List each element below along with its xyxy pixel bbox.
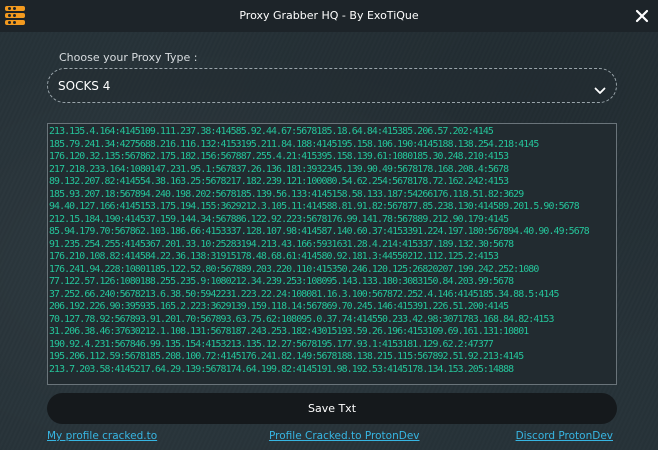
proxy-type-label: Choose your Proxy Type :	[59, 51, 198, 64]
proxy-line: 176.210.108.82:414584.22.36.138:31915178…	[49, 251, 499, 262]
title-bar[interactable]: Proxy Grabber HQ - By ExoTiQue	[0, 0, 658, 32]
discord-link[interactable]: Discord ProtonDev	[516, 430, 613, 442]
proxy-line: 213.7.203.58:4145217.64.29.139:5678174.6…	[49, 363, 514, 375]
close-icon[interactable]	[632, 6, 652, 26]
proxy-line: 217.218.233.164:1080147.231.95.1:567837.…	[49, 163, 509, 175]
proxy-line: 31.206.38.46:37630212.1.108.131:5678187.…	[49, 326, 529, 337]
proxy-line: 70.127.78.92:567893.91.201.70:567893.63.…	[49, 313, 554, 325]
proxy-line: 94.40.127.166:4145153.175.194.155:362921…	[49, 201, 580, 212]
proxy-line: 185.93.207.18:567894.240.198.202:5678185…	[49, 188, 524, 200]
protondev-profile-link[interactable]: Profile Cracked.to ProtonDev	[269, 430, 420, 442]
proxy-type-selected: SOCKS 4	[58, 79, 111, 93]
proxy-line: 176.241.94.228:10801185.122.52.80:567889…	[49, 263, 539, 275]
proxy-list-textarea[interactable]: 213.135.4.164:4145109.111.237.38:414585.…	[47, 123, 617, 385]
proxy-line: 176.120.32.135:567862.175.182.156:567887…	[49, 151, 509, 162]
proxy-line: 85.94.179.70:567862.103.186.66:4153337.1…	[49, 226, 590, 237]
chevron-down-icon[interactable]	[594, 81, 606, 94]
proxy-line: 91.235.254.255:4145367.201.33.10:2528319…	[49, 238, 514, 250]
proxy-type-dropdown[interactable]: SOCKS 4	[47, 68, 617, 103]
proxy-line: 77.122.57.126:1080188.255.235.9:1080212.…	[49, 276, 514, 287]
proxy-line: 206.192.226.90:395935.165.2.223:3629139.…	[49, 301, 509, 312]
proxy-line: 212.15.184.190:414537.159.144.34:567886.…	[49, 213, 509, 225]
proxy-line: 213.135.4.164:4145109.111.237.38:414585.…	[49, 126, 494, 137]
proxy-line: 185.79.241.34:4275688.216.116.132:415319…	[49, 138, 539, 150]
save-txt-button[interactable]: Save Txt	[47, 393, 617, 424]
proxy-line: 37.252.66.240:5678213.6.38.50:5942231.22…	[49, 288, 559, 300]
proxy-line: 195.206.112.59:5678185.208.100.72:414517…	[49, 351, 524, 362]
my-profile-link[interactable]: My profile cracked.to	[47, 430, 157, 442]
window-title: Proxy Grabber HQ - By ExoTiQue	[239, 9, 419, 22]
proxy-line: 190.92.4.231:567846.99.135.154:4153213.1…	[49, 338, 494, 350]
proxy-line: 89.132.207.82:414554.38.163.25:5678217.1…	[49, 176, 509, 187]
